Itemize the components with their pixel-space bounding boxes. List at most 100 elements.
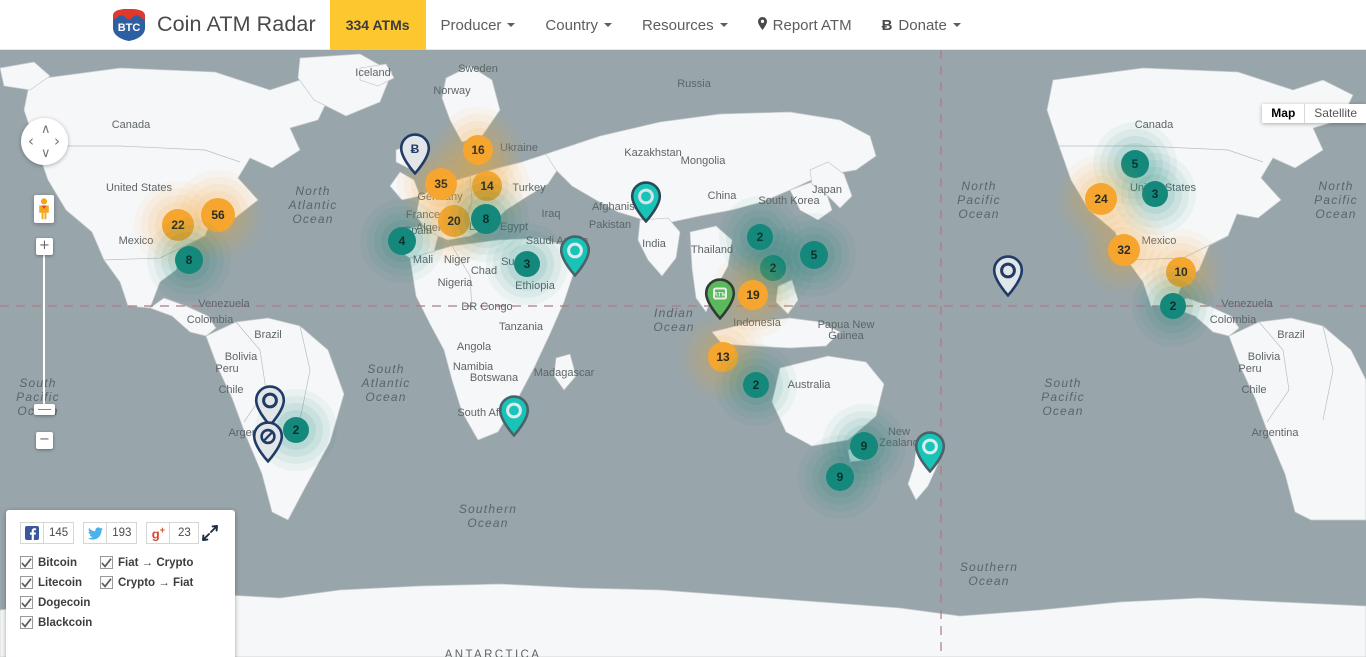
cluster-marker[interactable]: 8 [471,204,501,234]
filter-label: Fiat → Crypto [118,557,193,569]
map-pin-icon [992,255,1024,297]
filter-label: Blackcoin [38,617,92,629]
checkbox-litecoin[interactable] [20,576,33,589]
main-nav: 334 ATMs Producer Country Resources Report A… [330,0,976,49]
cluster-count: 9 [826,463,854,491]
nav-item-country[interactable]: Country [530,0,627,50]
maptype-map-button[interactable]: Map [1262,104,1304,123]
map-pin-icon [630,181,662,223]
filter-litecoin[interactable]: Litecoin [20,576,100,589]
bitcoin-icon: Ƀ [882,17,893,34]
cluster-marker[interactable]: 4 [388,227,416,255]
pan-right-icon[interactable]: › [54,134,60,149]
svg-text:BTC: BTC [118,22,141,34]
cluster-marker[interactable]: 3 [514,251,540,277]
social-count: 145 [43,522,74,544]
legend-panel[interactable]: 145 193 g+23 Bitcoin Fiat → Crypto Litecoin C… [6,510,235,657]
cluster-marker[interactable]: 2 [283,417,309,443]
nav-item-label: Country [545,17,598,34]
cluster-marker[interactable]: 9 [826,463,854,491]
collapse-panel-icon[interactable] [201,524,219,542]
top-navbar: BTC Coin ATM Radar 334 ATMs Producer Count… [0,0,1366,50]
cluster-marker[interactable]: 8 [175,246,203,274]
checkbox-fiat-crypto[interactable] [100,556,113,569]
zoom-slider-track[interactable] [43,238,45,406]
svg-text:ATM: ATM [713,292,727,299]
map-pin-icon [559,235,591,277]
filter-blackcoin[interactable]: Blackcoin [20,616,100,629]
pan-control[interactable]: ∧ ∨ ‹ › [21,118,68,165]
chevron-down-icon [507,23,515,27]
googleplus-icon[interactable]: g+ [146,522,169,544]
chevron-down-icon [953,23,961,27]
cluster-count: 2 [743,372,769,398]
nav-item-producer[interactable]: Producer [426,0,531,50]
zoom-in-button[interactable]: + [36,238,53,255]
filter-label: Litecoin [38,577,82,589]
facebook-icon[interactable] [20,522,43,544]
cluster-count: 2 [283,417,309,443]
maptype-satellite-button[interactable]: Satellite [1304,104,1366,123]
checkbox-dogecoin[interactable] [20,596,33,609]
nav-item-donate[interactable]: ɃDonate [867,0,976,50]
filter-fiat-crypto[interactable]: Fiat → Crypto [100,556,221,569]
pan-down-icon[interactable]: ∨ [41,147,51,160]
map-pin-marker[interactable] [498,395,530,442]
map-type-switcher[interactable]: MapSatellite [1262,104,1366,123]
social-share-row: 145 193 g+23 [20,522,221,544]
checkbox-crypto-fiat[interactable] [100,576,113,589]
cluster-marker[interactable]: 2 [743,372,769,398]
cluster-count: 8 [175,246,203,274]
nav-item-label: Report ATM [773,17,852,34]
map-pin-marker[interactable] [630,181,662,228]
map-pin-marker[interactable] [559,235,591,282]
checkbox-bitcoin[interactable] [20,556,33,569]
map-pin-marker[interactable] [914,431,946,478]
coin-filter-grid[interactable]: Bitcoin Fiat → Crypto Litecoin Crypto → Fia… [20,556,221,629]
map-canvas[interactable]: CanadaUnited StatesMexicoIcelandNorwaySw… [0,50,1366,657]
pan-left-icon[interactable]: ‹ [28,134,34,149]
social-count: 23 [169,522,199,544]
cluster-count: 4 [388,227,416,255]
cluster-marker[interactable]: 19 [738,280,768,310]
nav-item-label: Producer [441,17,502,34]
filter-dogecoin[interactable]: Dogecoin [20,596,100,609]
filter-label: Crypto → Fiat [118,577,193,589]
zoom-slider-handle[interactable] [34,404,55,415]
cluster-count: 2 [1160,293,1186,319]
pan-up-icon[interactable]: ∧ [41,123,51,136]
map-pin-icon: Ƀ [399,133,431,175]
filter-spacer [100,596,221,609]
map-pin-icon: ATM [704,278,736,320]
pegman-icon [37,198,51,220]
map-pin-icon [498,395,530,437]
twitter-icon[interactable] [83,522,106,544]
btc-logo-icon: BTC [110,8,148,42]
map-pin-icon [252,421,284,463]
map-pin-icon [758,17,767,33]
filter-crypto-fiat[interactable]: Crypto → Fiat [100,576,221,589]
brand[interactable]: BTC Coin ATM Radar [110,0,316,49]
filter-label: Bitcoin [38,557,77,569]
cluster-marker[interactable]: 3 [1142,181,1168,207]
svg-text:Ƀ: Ƀ [411,142,420,156]
social-share-googleplus[interactable]: g+23 [146,522,199,544]
filter-spacer [100,616,221,629]
cluster-marker[interactable]: 32 [1108,234,1140,266]
filter-bitcoin[interactable]: Bitcoin [20,556,100,569]
cluster-marker[interactable]: 2 [1160,293,1186,319]
pegman-streetview-control[interactable] [34,195,54,223]
nav-item-resources[interactable]: Resources [627,0,743,50]
nav-item-334-atms[interactable]: 334 ATMs [330,0,426,50]
zoom-out-button[interactable]: − [36,432,53,449]
map-pin-marker[interactable] [992,255,1024,302]
map-pin-marker[interactable] [252,421,284,468]
social-share-facebook[interactable]: 145 [20,522,74,544]
social-share-twitter[interactable]: 193 [83,522,137,544]
checkbox-blackcoin[interactable] [20,616,33,629]
chevron-down-icon [720,23,728,27]
nav-item-label: 334 ATMs [346,17,410,33]
map-pin-marker[interactable]: Ƀ [399,133,431,180]
nav-item-report-atm[interactable]: Report ATM [743,0,867,50]
map-pin-marker[interactable]: ATM [704,278,736,325]
